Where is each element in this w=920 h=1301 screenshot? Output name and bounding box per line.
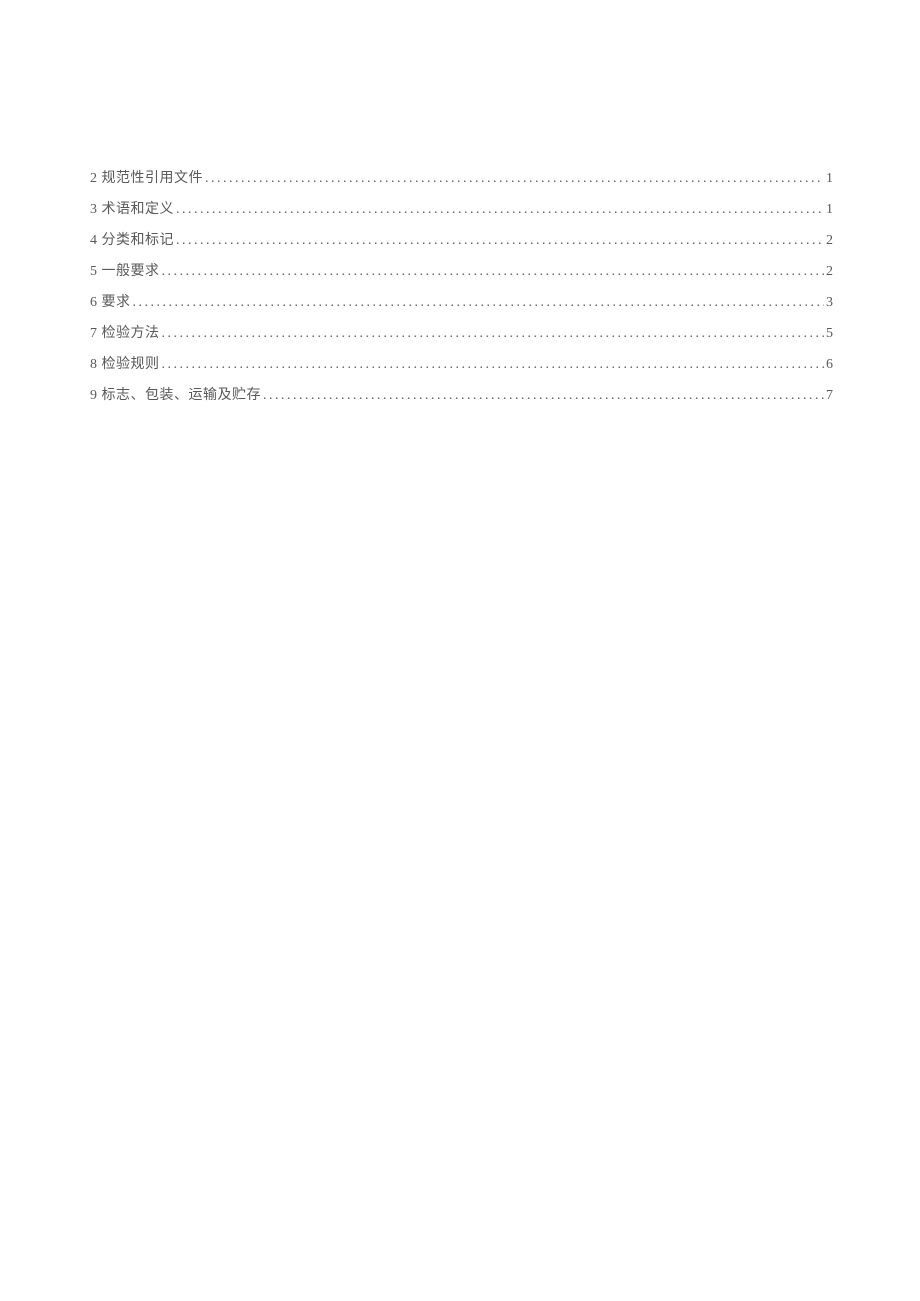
toc-entry: 9 标志、包装、运输及贮存 7: [90, 389, 833, 403]
toc-entry: 6 要求 3: [90, 296, 833, 310]
toc-leader: [162, 265, 825, 279]
toc-entry: 4 分类和标记 2: [90, 234, 833, 248]
toc-leader: [263, 389, 824, 403]
toc-label: 2 规范性引用文件: [90, 172, 203, 186]
toc-page-number: 2: [826, 265, 833, 279]
toc-leader: [162, 327, 825, 341]
document-page: 2 规范性引用文件 1 3 术语和定义 1 4 分类和标记 2 5 一般要求 2…: [0, 0, 920, 403]
toc-label: 5 一般要求: [90, 265, 160, 279]
toc-entry: 7 检验方法 5: [90, 327, 833, 341]
toc-leader: [176, 203, 824, 217]
table-of-contents: 2 规范性引用文件 1 3 术语和定义 1 4 分类和标记 2 5 一般要求 2…: [90, 172, 833, 403]
toc-page-number: 1: [826, 203, 833, 217]
toc-page-number: 2: [826, 234, 833, 248]
toc-page-number: 7: [826, 389, 833, 403]
toc-leader: [176, 234, 824, 248]
toc-label: 6 要求: [90, 296, 131, 310]
toc-page-number: 3: [826, 296, 833, 310]
toc-label: 9 标志、包装、运输及贮存: [90, 389, 261, 403]
toc-label: 4 分类和标记: [90, 234, 174, 248]
toc-label: 8 检验规则: [90, 358, 160, 372]
toc-page-number: 1: [826, 172, 833, 186]
toc-entry: 5 一般要求 2: [90, 265, 833, 279]
toc-label: 7 检验方法: [90, 327, 160, 341]
toc-leader: [162, 358, 825, 372]
toc-leader: [133, 296, 825, 310]
toc-entry: 8 检验规则 6: [90, 358, 833, 372]
toc-leader: [205, 172, 824, 186]
toc-entry: 2 规范性引用文件 1: [90, 172, 833, 186]
toc-label: 3 术语和定义: [90, 203, 174, 217]
toc-page-number: 6: [826, 358, 833, 372]
toc-page-number: 5: [826, 327, 833, 341]
toc-entry: 3 术语和定义 1: [90, 203, 833, 217]
